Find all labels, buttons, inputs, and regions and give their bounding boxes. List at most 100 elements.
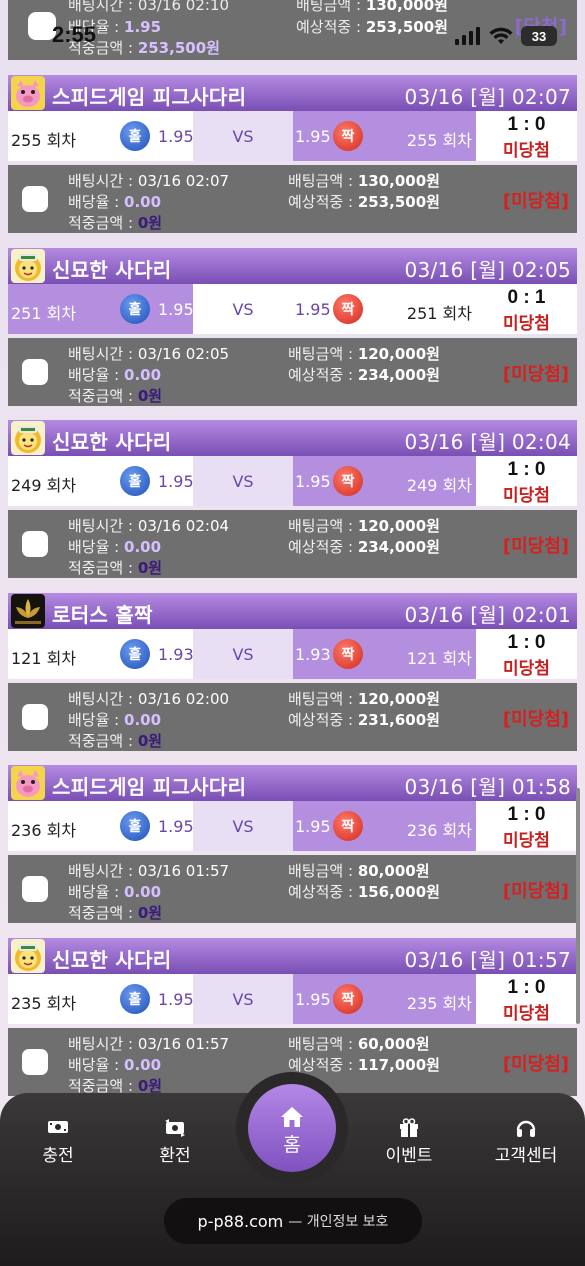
away-selection[interactable]: 1.95 짝 235 회차 (293, 974, 476, 1024)
select-checkbox[interactable] (22, 186, 48, 212)
nav-exchange-label: 환전 (159, 1146, 191, 1166)
nav-support[interactable]: 고객센터 (481, 1118, 571, 1166)
even-chip: 짝 (333, 639, 363, 669)
vs-label: VS (232, 990, 254, 1009)
card-header: 로터스 홀짝 03/16 [월] 02:01 (8, 593, 577, 629)
vs-label: VS (232, 472, 254, 491)
win-row: 적중금액 : 0원 (68, 214, 163, 232)
vs-divider: VS (193, 801, 293, 851)
away-odds: 1.95 (295, 990, 331, 1009)
win-row: 적중금액 : 0원 (68, 387, 163, 405)
nav-charge[interactable]: 충전 (13, 1118, 103, 1166)
win-row: 적중금액 : 0원 (68, 559, 163, 577)
result-status: 미당첨 (503, 141, 550, 161)
odd-chip: 홀 (120, 811, 150, 841)
game-name: 로터스 홀짝 (52, 603, 153, 627)
bet-card: 신묘한 사다리 03/16 [월] 02:04 249 회차 홀 1.95 VS 1.95 짝… (8, 420, 577, 578)
bet-status: [미당첨] (502, 1054, 569, 1075)
bet-time-row: 배팅시간 : 03/16 01:57 (68, 862, 230, 880)
expected-row: 예상적중 : 117,000원 (288, 1056, 440, 1074)
vs-divider: VS (193, 629, 293, 679)
select-checkbox[interactable] (22, 876, 48, 902)
away-selection[interactable]: 1.95 짝 236 회차 (293, 801, 476, 851)
away-selection[interactable]: 1.95 짝 255 회차 (293, 111, 476, 161)
game-date: 03/16 [월] 01:58 (404, 775, 571, 799)
odds-row: 배당율 : 0.00 (68, 366, 162, 384)
card-header: 신묘한 사다리 03/16 [월] 01:57 (8, 938, 577, 974)
game-date: 03/16 [월] 01:57 (404, 948, 571, 972)
home-selection[interactable]: 249 회차 홀 1.95 (8, 456, 194, 506)
bet-status: [당첨] (514, 16, 567, 38)
game-name: 신묘한 사다리 (52, 430, 172, 454)
home-selection[interactable]: 255 회차 홀 1.95 (8, 111, 194, 161)
away-odds: 1.95 (295, 300, 331, 319)
bet-amount-row: 배팅금액 : 60,000원 (288, 1035, 430, 1053)
round-number: 235 회차 (406, 994, 472, 1013)
bet-time-row: 배팅시간 : 03/16 02:10 (68, 0, 230, 14)
bet-card: 신묘한 사다리 03/16 [월] 02:05 251 회차 홀 1.95 VS 1.95 짝… (8, 248, 577, 406)
bet-status: [미당첨] (502, 536, 569, 557)
game-name: 신묘한 사다리 (52, 948, 172, 972)
select-checkbox[interactable] (28, 12, 56, 40)
vs-label: VS (232, 300, 254, 319)
nav-charge-label: 충전 (42, 1146, 74, 1166)
select-checkbox[interactable] (22, 704, 48, 730)
bet-amount-row: 배팅금액 : 120,000원 (288, 345, 440, 363)
home-selection[interactable]: 251 회차 홀 1.95 (8, 284, 194, 334)
round-number: 251 회차 (11, 304, 77, 323)
match-row: 121 회차 홀 1.93 VS 1.93 짝 121 회차 1 : 0 미당첨 (8, 629, 577, 679)
result-status: 미당첨 (503, 659, 550, 679)
bet-amount-row: 배팅금액 : 120,000원 (288, 690, 440, 708)
nav-home[interactable]: 홈 (248, 1084, 336, 1172)
score: 1 : 0 (507, 977, 546, 998)
home-selection[interactable]: 236 회차 홀 1.95 (8, 801, 194, 851)
nav-exchange[interactable]: 환전 (130, 1118, 220, 1166)
home-selection[interactable]: 121 회차 홀 1.93 (8, 629, 194, 679)
score: 1 : 0 (507, 459, 546, 480)
bet-detail: 배팅시간 : 03/16 02:05 배당율 : 0.00 적중금액 : 0원 배팅금… (8, 338, 577, 406)
odd-chip: 홀 (120, 466, 150, 496)
nav-support-label: 고객센터 (494, 1146, 558, 1166)
home-odds: 1.95 (158, 990, 194, 1009)
select-checkbox[interactable] (22, 531, 48, 557)
even-chip: 짝 (333, 984, 363, 1014)
away-selection[interactable]: 1.93 짝 121 회차 (293, 629, 476, 679)
game-name: 신묘한 사다리 (52, 258, 172, 282)
nav-home-label: 홈 (283, 1134, 301, 1156)
bet-card: 스피드게임 피그사다리 03/16 [월] 02:07 255 회차 홀 1.95 VS 1… (8, 75, 577, 233)
expected-row: 예상적중 : 156,000원 (288, 883, 440, 901)
nav-event[interactable]: 이벤트 (364, 1118, 454, 1166)
game-date: 03/16 [월] 02:07 (404, 85, 571, 109)
expected-row: 예상적중 : 234,000원 (288, 366, 440, 384)
bet-detail: 배팅시간 : 03/16 02:07 배당율 : 0.00 적중금액 : 0원 배팅금… (8, 165, 577, 233)
win-row: 적중금액 : 253,500원 (68, 39, 220, 57)
odds-row: 배당율 : 0.00 (68, 711, 162, 729)
select-checkbox[interactable] (22, 1049, 48, 1075)
bet-amount-row: 배팅금액 : 130,000원 (288, 172, 440, 190)
away-selection[interactable]: 1.95 짝 249 회차 (293, 456, 476, 506)
house-icon (281, 1107, 303, 1127)
scrollbar[interactable] (576, 788, 580, 1024)
card-header: 신묘한 사다리 03/16 [월] 02:04 (8, 420, 577, 456)
result-box: 1 : 0 미당첨 (476, 456, 577, 506)
odds-row: 배당율 : 0.00 (68, 883, 162, 901)
result-status: 미당첨 (503, 1004, 550, 1024)
result-box: 1 : 0 미당첨 (476, 974, 577, 1024)
game-date: 03/16 [월] 02:01 (404, 603, 571, 627)
vs-divider: VS (193, 974, 293, 1024)
vs-divider: VS (193, 284, 293, 334)
bet-status: [미당첨] (502, 364, 569, 385)
gift-icon (400, 1118, 418, 1137)
card-header: 신묘한 사다리 03/16 [월] 02:05 (8, 248, 577, 284)
select-checkbox[interactable] (22, 359, 48, 385)
bet-detail: 배팅시간 : 03/16 02:00 배당율 : 0.00 적중금액 : 0원 배팅금… (8, 683, 577, 751)
match-row: 235 회차 홀 1.95 VS 1.95 짝 235 회차 1 : 0 미당첨 (8, 974, 577, 1024)
vs-divider: VS (193, 111, 293, 161)
bet-status: [미당첨] (502, 709, 569, 730)
browser-url-bar[interactable]: p-p88.com — 개인정보 보호 (164, 1198, 422, 1244)
away-selection[interactable]: 1.95 짝 251 회차 (293, 284, 476, 334)
away-odds: 1.95 (295, 127, 331, 146)
odds-row: 배당율 : 1.95 (68, 18, 162, 36)
home-selection[interactable]: 235 회차 홀 1.95 (8, 974, 194, 1024)
url-text: p-p88.com (197, 1211, 284, 1231)
